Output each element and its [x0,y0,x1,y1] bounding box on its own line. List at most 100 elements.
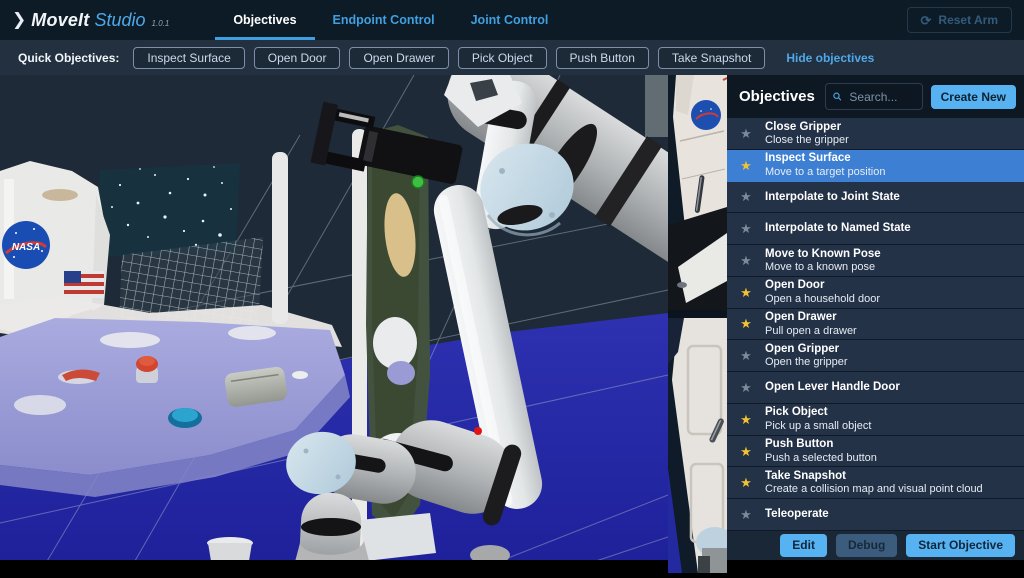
star-icon[interactable]: ★ [727,349,765,362]
objective-row[interactable]: ★Interpolate to Named State [727,213,1024,245]
camera-feed-top [668,75,727,310]
star-icon[interactable]: ★ [727,381,765,394]
objective-title: Open Drawer [765,310,857,324]
objective-row[interactable]: ★Push ButtonPush a selected button [727,436,1024,468]
objective-text: Move to Known PoseMove to a known pose [765,247,881,275]
objective-subtitle: Push a selected button [765,452,877,465]
quick-objectives-bar: Quick Objectives: Inspect Surface Open D… [0,40,1024,75]
reset-arm-button[interactable]: ⟳ Reset Arm [907,7,1012,33]
gripper-target-marker [412,176,424,188]
red-button-object [136,356,158,383]
objective-title: Interpolate to Named State [765,221,911,235]
blue-button-object [168,408,202,428]
hide-objectives-link[interactable]: Hide objectives [786,51,874,65]
viewport-bottom-bar [0,560,668,573]
star-icon[interactable]: ★ [727,317,765,330]
start-objective-button[interactable]: Start Objective [906,534,1015,556]
joint-marker-red [474,427,482,435]
objectives-search[interactable] [825,83,923,110]
quick-push-button-button[interactable]: Push Button [556,47,649,69]
star-icon[interactable]: ★ [727,222,765,235]
objective-title: Open Door [765,278,880,292]
objective-row[interactable]: ★Inspect SurfaceMove to a target positio… [727,150,1024,182]
star-icon[interactable]: ★ [727,159,765,172]
quick-open-drawer-button[interactable]: Open Drawer [349,47,448,69]
brand-suffix: Studio [94,10,145,31]
objective-row[interactable]: ★Close GripperClose the gripper [727,118,1024,150]
objective-subtitle: Create a collision map and visual point … [765,483,983,496]
objectives-list: ★Close GripperClose the gripper★Inspect … [727,118,1024,531]
logo-chevron-icon: ❯ [12,10,26,30]
objective-text: Inspect SurfaceMove to a target position [765,151,885,179]
star-icon[interactable]: ★ [727,190,765,203]
top-bar: ❯ MoveIt Studio 1.0.1 Objectives Endpoin… [0,0,1024,40]
us-flag [64,271,104,298]
objective-text: Push ButtonPush a selected button [765,437,877,465]
panel-bottom-spacer [727,560,1024,573]
search-input[interactable] [847,89,914,105]
refresh-icon: ⟳ [921,14,932,27]
quick-inspect-surface-button[interactable]: Inspect Surface [133,47,244,69]
objective-title: Inspect Surface [765,151,885,165]
robot-in-camera [696,527,727,573]
objective-text: Take SnapshotCreate a collision map and … [765,469,983,497]
objective-subtitle: Move to a known pose [765,261,881,274]
reset-arm-label: Reset Arm [938,13,998,27]
create-new-button[interactable]: Create New [931,85,1016,109]
star-icon[interactable]: ★ [727,476,765,489]
objective-text: Interpolate to Joint State [765,190,900,204]
objective-title: Take Snapshot [765,469,983,483]
objective-title: Open Lever Handle Door [765,380,900,394]
objective-row[interactable]: ★Interpolate to Joint State [727,182,1024,214]
tab-joint-control[interactable]: Joint Control [453,0,567,40]
tab-objectives[interactable]: Objectives [215,0,314,40]
objective-row[interactable]: ★Take SnapshotCreate a collision map and… [727,467,1024,499]
panel-title: Objectives [739,88,815,105]
objective-title: Move to Known Pose [765,247,881,261]
debug-button[interactable]: Debug [836,534,897,556]
star-icon[interactable]: ★ [727,127,765,140]
brand-name: MoveIt [31,10,89,31]
edit-button[interactable]: Edit [780,534,827,556]
objective-row[interactable]: ★Teleoperate [727,499,1024,531]
objective-subtitle: Open a household door [765,293,880,306]
objective-title: Interpolate to Joint State [765,190,900,204]
star-icon[interactable]: ★ [727,286,765,299]
objective-row[interactable]: ★Open Lever Handle Door [727,372,1024,404]
objective-text: Open GripperOpen the gripper [765,342,848,370]
objective-text: Pick ObjectPick up a small object [765,405,871,433]
objective-title: Open Gripper [765,342,848,356]
robot-scene: NASA [0,75,668,573]
objective-text: Open DrawerPull open a drawer [765,310,857,338]
objective-text: Close GripperClose the gripper [765,120,849,148]
quick-take-snapshot-button[interactable]: Take Snapshot [658,47,765,69]
tab-endpoint-control[interactable]: Endpoint Control [315,0,453,40]
objective-row[interactable]: ★Open DoorOpen a household door [727,277,1024,309]
camera-feed-strip [668,75,727,573]
objective-subtitle: Open the gripper [765,356,848,369]
objectives-panel: Objectives Create New ★Close GripperClos… [727,75,1024,573]
objectives-footer: Edit Debug Start Objective [727,531,1024,560]
quick-open-door-button[interactable]: Open Door [254,47,341,69]
objective-row[interactable]: ★Move to Known PoseMove to a known pose [727,245,1024,277]
objective-title: Close Gripper [765,120,849,134]
star-icon[interactable]: ★ [727,445,765,458]
3d-viewport[interactable]: NASA [0,75,668,573]
quick-pick-object-button[interactable]: Pick Object [458,47,547,69]
objective-row[interactable]: ★Open GripperOpen the gripper [727,340,1024,372]
objective-text: Teleoperate [765,507,829,521]
main-tabs: Objectives Endpoint Control Joint Contro… [215,0,566,40]
objective-text: Open Lever Handle Door [765,380,900,394]
objective-subtitle: Pick up a small object [765,420,871,433]
app-logo: ❯ MoveIt Studio 1.0.1 [12,0,169,40]
version-label: 1.0.1 [152,19,170,28]
star-icon[interactable]: ★ [727,413,765,426]
svg-text:NASA: NASA [12,242,40,253]
objective-text: Open DoorOpen a household door [765,278,880,306]
camera-feed-bottom [668,318,727,573]
objective-row[interactable]: ★Pick ObjectPick up a small object [727,404,1024,436]
objective-row[interactable]: ★Open DrawerPull open a drawer [727,309,1024,341]
star-icon[interactable]: ★ [727,508,765,521]
objective-title: Pick Object [765,405,871,419]
star-icon[interactable]: ★ [727,254,765,267]
